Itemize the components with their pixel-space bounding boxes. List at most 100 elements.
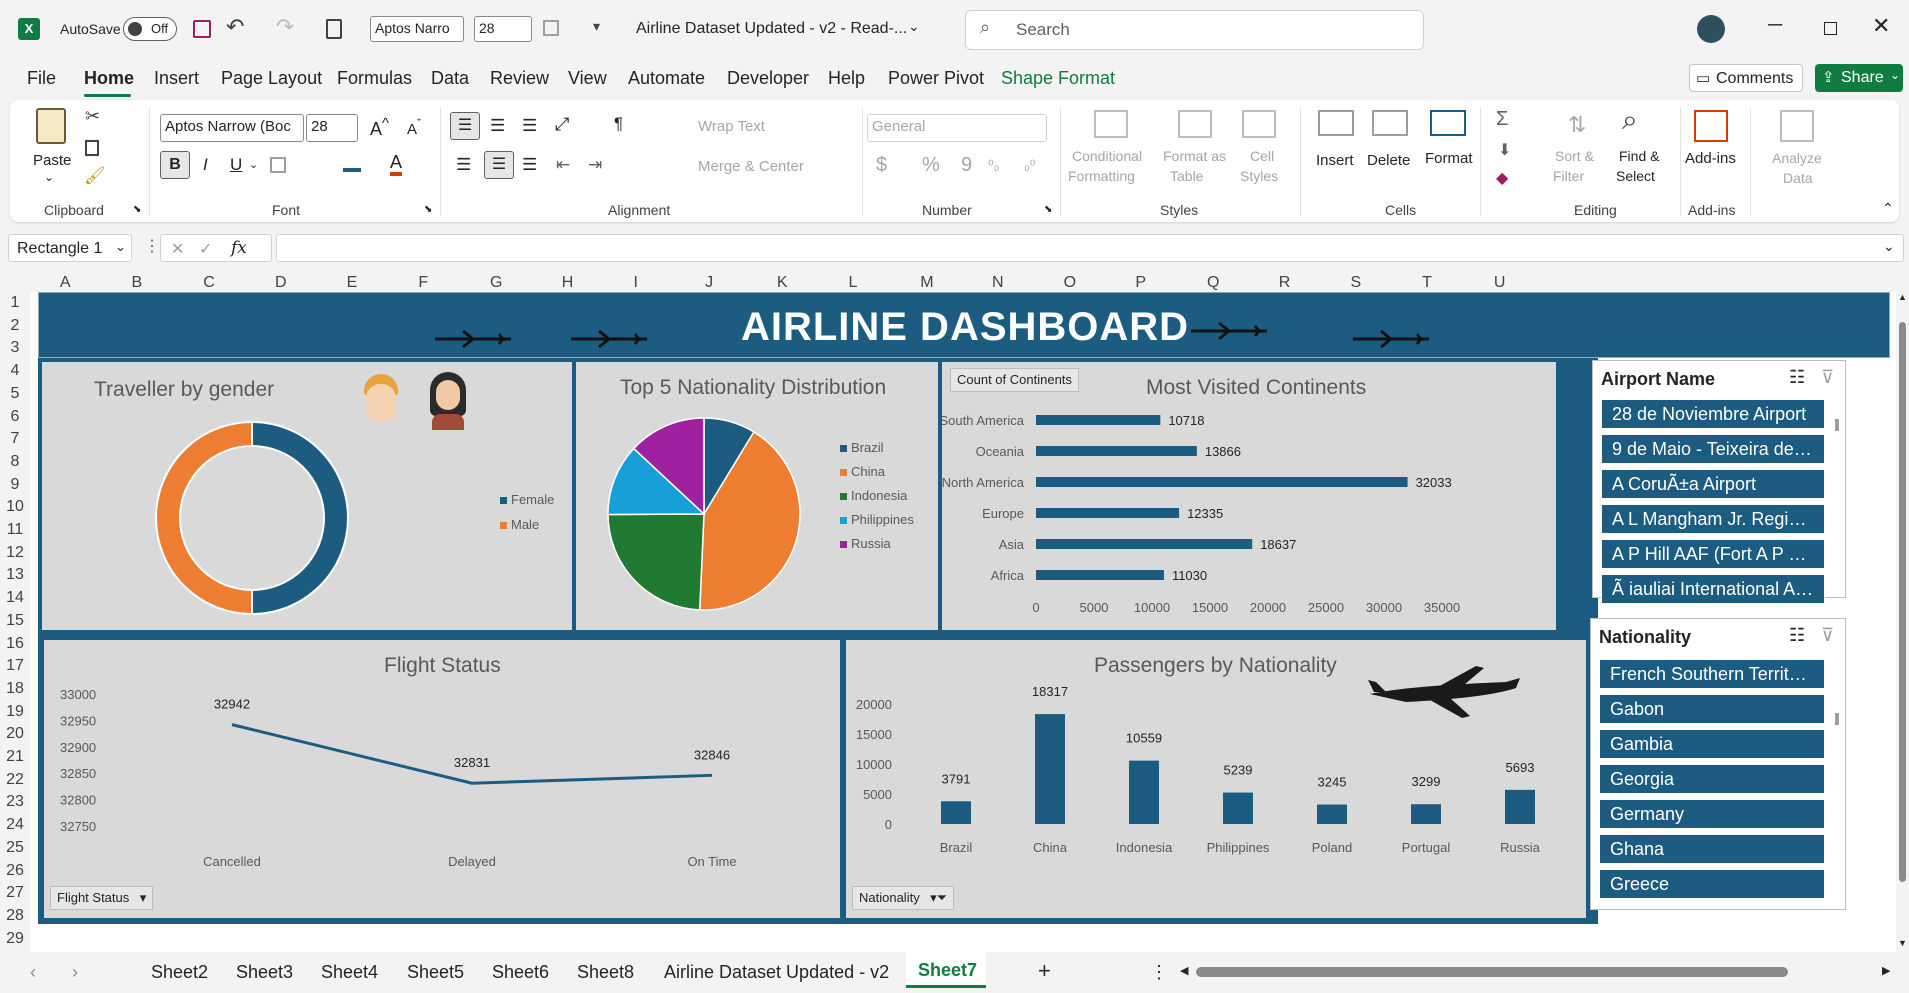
- row-header[interactable]: 23: [0, 793, 30, 811]
- restore-icon[interactable]: [1824, 22, 1837, 35]
- continents-bar-chart[interactable]: South America 10718 Oceania 13866 North Amer…: [942, 402, 1556, 630]
- horizontal-scrollbar[interactable]: ◀ ▶: [1178, 964, 1898, 980]
- flight-status-panel[interactable]: Flight Status 33000 32950 32900 32850 32800 3…: [44, 640, 840, 918]
- column-header[interactable]: B: [132, 274, 143, 292]
- donut-slice-male[interactable]: [155, 420, 253, 616]
- align-center-button[interactable]: ☰: [484, 151, 514, 179]
- column-header[interactable]: T: [1422, 274, 1432, 292]
- bar-europe[interactable]: [1036, 508, 1180, 518]
- column-header[interactable]: M: [920, 274, 933, 292]
- gender-chart-panel[interactable]: Traveller by gender Female Male: [42, 362, 572, 630]
- bar-indonesia[interactable]: [1129, 760, 1159, 824]
- airport-slicer-item[interactable]: 9 de Maio - Teixeira de Fr...: [1601, 434, 1825, 464]
- airport-slicer-item[interactable]: A P Hill AAF (Fort A P Hill)...: [1601, 539, 1825, 569]
- row-header[interactable]: 17: [0, 657, 30, 675]
- flight-status-filter-button[interactable]: Flight Status ▾: [50, 886, 154, 910]
- sort-filter-label[interactable]: Sort &: [1555, 148, 1594, 164]
- analyze-data-icon[interactable]: [1780, 110, 1814, 142]
- italic-button[interactable]: I: [203, 155, 208, 175]
- nationality-slicer-item[interactable]: Gambia: [1599, 729, 1825, 759]
- tab-automate[interactable]: Automate: [628, 68, 705, 89]
- sort-filter-label-2[interactable]: Filter: [1553, 168, 1584, 184]
- row-header[interactable]: 27: [0, 884, 30, 902]
- multi-select-icon[interactable]: ☷: [1789, 625, 1805, 646]
- nationality-pie-chart[interactable]: [604, 414, 804, 614]
- sheet-tab-airline-dataset[interactable]: Airline Dataset Updated - v2: [664, 962, 889, 983]
- sheet-tab-sheet5[interactable]: Sheet5: [407, 962, 464, 983]
- add-sheet-icon[interactable]: +: [1038, 958, 1051, 984]
- fill-icon[interactable]: ⬇: [1498, 140, 1511, 160]
- passengers-bar-chart[interactable]: 20000 15000 10000 5000 0 3791 Brazil 18317 China…: [846, 680, 1586, 880]
- bar-poland[interactable]: [1317, 804, 1347, 824]
- expand-formula-icon[interactable]: ⌄: [1883, 238, 1895, 255]
- cell-styles-label[interactable]: Cell: [1250, 148, 1274, 164]
- copy-icon[interactable]: [85, 140, 99, 156]
- row-header[interactable]: 1: [0, 294, 30, 312]
- find-select-label[interactable]: Find &: [1619, 148, 1659, 164]
- donut-slice-female[interactable]: [251, 420, 349, 616]
- increase-decimal-icon[interactable]: ⁰₀: [988, 157, 999, 174]
- bar-africa[interactable]: [1036, 570, 1164, 580]
- align-middle-icon[interactable]: ☰: [490, 116, 505, 136]
- autosave-toggle[interactable]: Off: [123, 17, 177, 41]
- align-left-icon[interactable]: ☰: [456, 155, 471, 175]
- scroll-up-icon[interactable]: ▲: [1898, 292, 1907, 302]
- tab-developer[interactable]: Developer: [727, 68, 809, 89]
- bold-button[interactable]: B: [160, 151, 190, 179]
- gender-donut-chart[interactable]: [152, 418, 352, 618]
- paste-icon[interactable]: [36, 108, 66, 144]
- format-painter-icon[interactable]: 🖌: [84, 166, 106, 186]
- column-header[interactable]: I: [633, 274, 637, 292]
- enter-icon[interactable]: ✓: [199, 239, 212, 259]
- bar-russia[interactable]: [1505, 789, 1535, 824]
- insert-function-icon[interactable]: fx: [231, 238, 247, 258]
- comma-button[interactable]: 9: [961, 154, 972, 177]
- align-bottom-icon[interactable]: ☰: [522, 116, 537, 136]
- sheet-tab-sheet2[interactable]: Sheet2: [151, 962, 208, 983]
- add-ins-button[interactable]: Add-ins: [1685, 150, 1736, 167]
- bar-brazil[interactable]: [941, 801, 971, 824]
- format-cells-icon[interactable]: [1430, 110, 1466, 136]
- row-header[interactable]: 26: [0, 862, 30, 880]
- column-header[interactable]: G: [490, 274, 502, 292]
- prev-sheet-icon[interactable]: ‹: [30, 962, 36, 983]
- airport-slicer-item[interactable]: 28 de Noviembre Airport: [1601, 399, 1825, 429]
- save-icon[interactable]: [193, 20, 211, 38]
- sort-filter-icon[interactable]: ⇅: [1568, 112, 1586, 138]
- column-header[interactable]: S: [1350, 274, 1361, 292]
- format-as-table-icon[interactable]: [1178, 110, 1212, 138]
- currency-button[interactable]: $: [876, 154, 887, 177]
- font-name-select[interactable]: Aptos Narrow (Boc: [160, 114, 304, 142]
- tab-view[interactable]: View: [568, 68, 607, 89]
- font-name-quick[interactable]: Aptos Narro: [370, 16, 464, 42]
- conditional-formatting-label-2[interactable]: Formatting: [1068, 168, 1135, 184]
- tab-file[interactable]: File: [27, 68, 56, 89]
- delete-cells-icon[interactable]: [1372, 110, 1408, 136]
- account-avatar[interactable]: [1697, 15, 1725, 43]
- tab-power-pivot[interactable]: Power Pivot: [888, 68, 984, 89]
- find-select-label-2[interactable]: Select: [1616, 168, 1655, 184]
- minimize-icon[interactable]: ─: [1768, 14, 1782, 37]
- column-header[interactable]: R: [1279, 274, 1291, 292]
- row-header[interactable]: 18: [0, 680, 30, 698]
- row-header[interactable]: 13: [0, 566, 30, 584]
- conditional-formatting-icon[interactable]: [1094, 110, 1128, 138]
- nationality-slicer-item[interactable]: French Southern Territories: [1599, 659, 1825, 689]
- increase-font-icon[interactable]: A^: [370, 115, 389, 140]
- undo-icon[interactable]: ↶: [226, 14, 244, 40]
- column-header[interactable]: P: [1135, 274, 1146, 292]
- scroll-left-icon[interactable]: ◀: [1180, 964, 1188, 977]
- nationality-slicer-item[interactable]: Georgia: [1599, 764, 1825, 794]
- clear-filter-icon[interactable]: ⊽: [1821, 625, 1834, 646]
- cell-styles-label-2[interactable]: Styles: [1240, 168, 1278, 184]
- orientation-icon[interactable]: ⤢: [555, 114, 569, 135]
- align-top-button[interactable]: ☰: [450, 112, 480, 140]
- row-header[interactable]: 16: [0, 635, 30, 653]
- nationality-slicer-item[interactable]: Germany: [1599, 799, 1825, 829]
- name-box[interactable]: Rectangle 1 ⌄: [8, 234, 132, 262]
- bar-north-america[interactable]: [1036, 477, 1408, 487]
- sheet-tab-sheet3[interactable]: Sheet3: [236, 962, 293, 983]
- tab-insert[interactable]: Insert: [154, 68, 199, 89]
- row-header[interactable]: 3: [0, 339, 30, 357]
- row-header[interactable]: 29: [0, 930, 30, 948]
